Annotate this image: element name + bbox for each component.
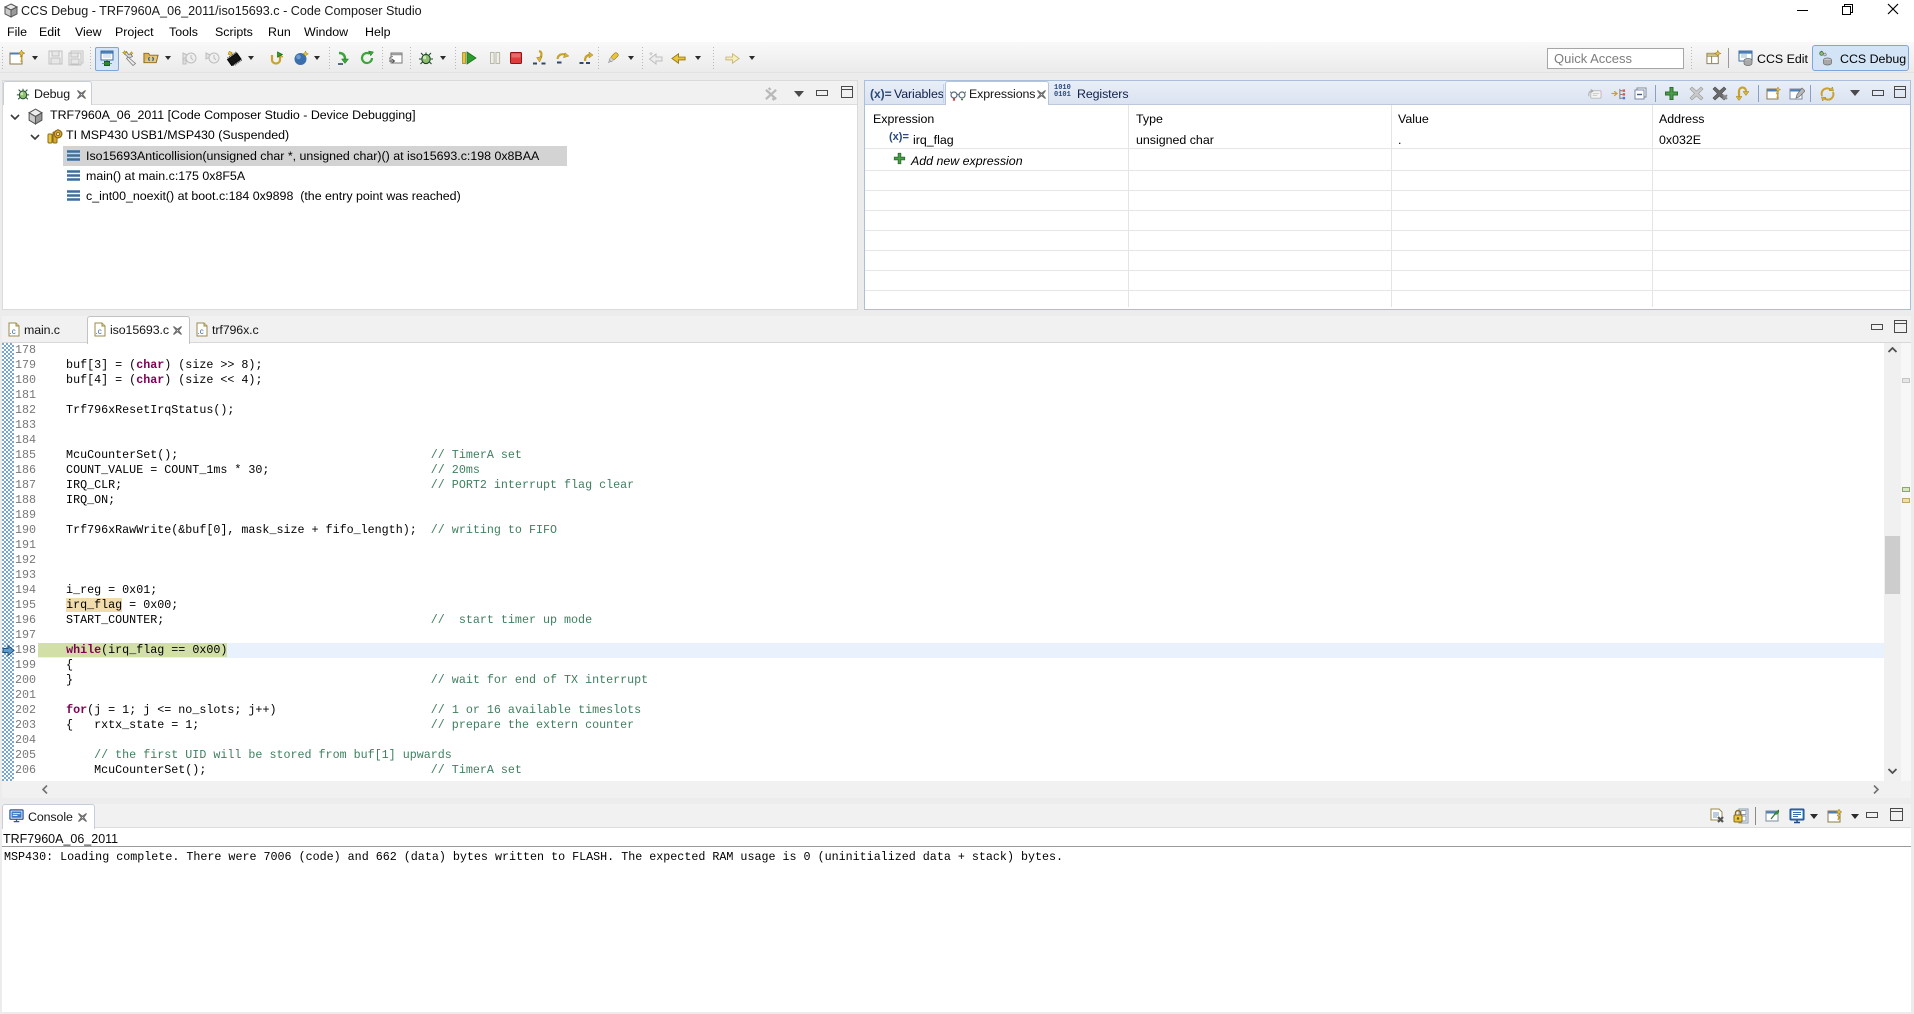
svg-text:.c: .c	[96, 327, 102, 336]
svg-text:.c: .c	[198, 327, 204, 336]
svg-text:.c: .c	[10, 327, 16, 336]
